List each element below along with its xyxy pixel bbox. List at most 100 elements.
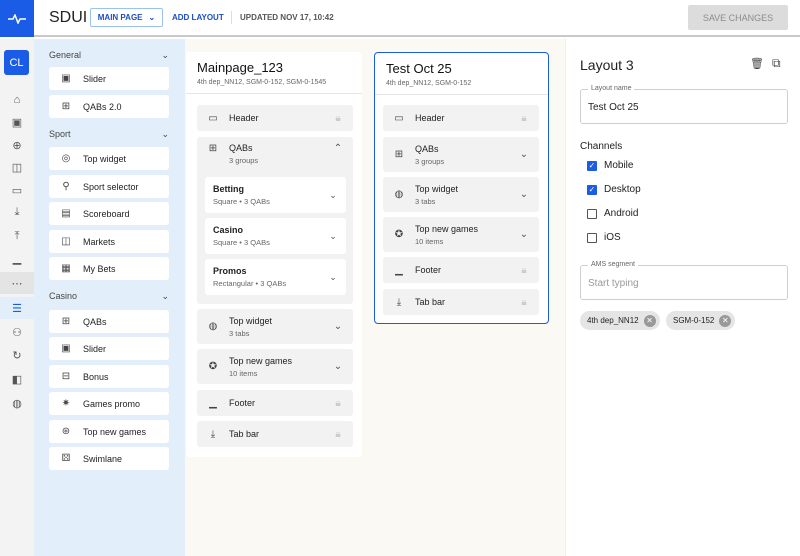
channel-checkbox[interactable]: iOS <box>587 232 621 243</box>
component-icon: ⚲ <box>62 181 70 192</box>
palette-item[interactable]: ⊞ QABs 2.0 <box>49 95 169 118</box>
layout-component[interactable]: ▁ Footer 🔒︎ <box>197 390 353 416</box>
component-name: Top new games <box>415 223 479 234</box>
component-icon: ⚄ <box>61 453 71 464</box>
chevron-down-icon[interactable]: ⌄ <box>320 272 346 283</box>
qab-group-name: Betting <box>213 184 244 194</box>
layout-component[interactable]: ⤓ Tab bar 🔒︎ <box>383 289 539 315</box>
chevron-down-icon[interactable]: ⌄ <box>509 149 539 160</box>
layout-component[interactable]: ▭ Header 🔒︎ <box>383 105 539 131</box>
checkbox-unchecked-icon[interactable] <box>587 232 597 243</box>
layout-component[interactable]: ◍ Top widget 3 tabs ⌄ <box>197 309 353 344</box>
image-icon[interactable]: ▣ <box>0 111 34 133</box>
channel-checkbox[interactable]: Android <box>587 208 638 219</box>
chevron-up-icon[interactable]: ⌃ <box>323 143 353 154</box>
layout-title: Mainpage_123 <box>197 60 284 75</box>
close-icon[interactable]: ✕ <box>643 314 656 327</box>
layout-component[interactable]: ◍ Top widget 3 tabs ⌄ <box>383 177 539 212</box>
segment-chip[interactable]: SGM-0-152 ✕ <box>666 311 736 330</box>
component-text: Tab bar <box>229 429 323 439</box>
palette-item[interactable]: ▣ Slider <box>49 67 169 90</box>
chevron-down-icon[interactable]: ⌄ <box>320 190 346 201</box>
palette-item[interactable]: ▣ Slider <box>49 337 169 360</box>
logo-icon[interactable] <box>0 0 34 37</box>
palette-item-label: QABs 2.0 <box>83 101 122 112</box>
chevron-down-icon: ⌄ <box>161 291 169 301</box>
palette-item[interactable]: ⊛ Top new games <box>49 420 169 443</box>
layout-component[interactable]: ▭ Header 🔒︎ <box>197 105 353 131</box>
add-circle-icon[interactable]: ⊕ <box>0 134 34 156</box>
palette-item[interactable]: ▦ My Bets <box>49 257 169 280</box>
chevron-down-icon[interactable]: ⌄ <box>323 321 353 332</box>
palette-item[interactable]: ⚄ Swimlane <box>49 447 169 470</box>
chip-label: 4th dep_NN12 <box>587 316 639 325</box>
chevron-down-icon[interactable]: ⌄ <box>509 189 539 200</box>
layout-component[interactable]: ▁ Footer 🔒︎ <box>383 257 539 283</box>
list-icon[interactable]: ☰ <box>0 297 34 319</box>
layout-component[interactable]: ✪ Top new games 10 items ⌄ <box>197 349 353 384</box>
palette-item-label: My Bets <box>83 263 116 274</box>
save-changes-button[interactable]: SAVE CHANGES <box>688 5 788 30</box>
add-layout-button[interactable]: ADD LAYOUT <box>172 13 224 22</box>
palette-item[interactable]: ⊞ QABs <box>49 310 169 333</box>
layout-segments: 4th dep_NN12, SGM-0-152 <box>386 80 472 87</box>
channel-checkbox[interactable]: ✓ Desktop <box>587 184 641 195</box>
segment-chip[interactable]: 4th dep_NN12 ✕ <box>580 311 660 330</box>
layout-component[interactable]: ⊞ QABs 3 groups ⌄ <box>383 137 539 172</box>
compare-icon[interactable]: ◧ <box>0 368 34 390</box>
channel-checkbox[interactable]: ✓ Mobile <box>587 160 633 171</box>
layout-component[interactable]: ⤓ Tab bar 🔒︎ <box>197 421 353 447</box>
copy-icon[interactable]: ⧉ <box>772 56 781 71</box>
close-icon[interactable]: ✕ <box>719 314 732 327</box>
component-text: Top widget 3 tabs <box>415 184 509 206</box>
chevron-down-icon[interactable]: ⌄ <box>320 231 346 242</box>
component-name: Tab bar <box>229 429 260 439</box>
more-icon[interactable]: ⋯ <box>0 272 34 294</box>
layout-component[interactable]: ✪ Top new games 10 items ⌄ <box>383 217 539 252</box>
qab-group[interactable]: Promos Rectangular • 3 QABs ⌄ <box>205 259 346 295</box>
palette-item[interactable]: ⊟ Bonus <box>49 365 169 388</box>
qab-group[interactable]: Casino Square • 3 QABs ⌄ <box>205 218 346 254</box>
divider <box>375 94 548 95</box>
home-icon[interactable]: ⌂ <box>0 89 34 111</box>
component-name: Top new games <box>229 355 293 366</box>
component-text: Footer <box>229 398 323 408</box>
palette-section-header[interactable]: Casino ⌄ <box>49 291 169 302</box>
palette-item[interactable]: ⚲ Sport selector <box>49 175 169 198</box>
palette-item-label: Bonus <box>83 371 109 382</box>
component-icon: ⊛ <box>61 426 71 437</box>
download-icon[interactable]: ⤓ <box>0 201 34 223</box>
checkbox-unchecked-icon[interactable] <box>587 208 597 219</box>
upload-icon[interactable]: ⤒ <box>0 225 34 247</box>
window-icon[interactable]: ▭ <box>0 179 34 201</box>
palette-item[interactable]: ✷ Games promo <box>49 392 169 415</box>
chevron-down-icon[interactable]: ⌄ <box>323 361 353 372</box>
chevron-down-icon[interactable]: ⌄ <box>509 229 539 240</box>
page-select[interactable]: MAIN PAGE ⌄ <box>90 8 163 27</box>
ams-segment-field[interactable]: AMS segment Start typing <box>580 261 788 300</box>
palette-section-header[interactable]: General ⌄ <box>49 50 169 61</box>
qab-group[interactable]: Betting Square • 3 QABs ⌄ <box>205 177 346 213</box>
component-icon: ▣ <box>61 343 71 354</box>
component-icon: ◫ <box>61 236 71 247</box>
checkbox-checked-icon[interactable]: ✓ <box>587 184 597 195</box>
updated-timestamp: UPDATED NOV 17, 10:42 <box>240 13 334 22</box>
palette-item[interactable]: ◫ Markets <box>49 230 169 253</box>
page-select-label: MAIN PAGE <box>97 13 143 22</box>
checkbox-checked-icon[interactable]: ✓ <box>587 160 597 171</box>
people-icon[interactable]: ⚇ <box>0 321 34 343</box>
chevron-down-icon: ⌄ <box>161 129 169 139</box>
avatar[interactable]: CL <box>4 50 29 75</box>
refresh-icon[interactable]: ↻ <box>0 344 34 366</box>
delete-icon[interactable]: 🗑 <box>750 57 764 70</box>
component-text: QABs 3 groups <box>415 144 509 166</box>
component-icon: ⊞ <box>208 143 218 154</box>
badge-icon[interactable]: ◍ <box>0 392 34 414</box>
palette-item-label: Sport selector <box>83 181 139 192</box>
dashboard-icon[interactable]: ◫ <box>0 156 34 178</box>
layout-name-field[interactable]: Layout name Test Oct 25 <box>580 85 788 124</box>
footer-icon[interactable]: ▁ <box>0 247 34 269</box>
palette-item[interactable]: ▤ Scoreboard <box>49 202 169 225</box>
palette-section-header[interactable]: Sport ⌄ <box>49 129 169 140</box>
palette-item[interactable]: ◎ Top widget <box>49 147 169 170</box>
